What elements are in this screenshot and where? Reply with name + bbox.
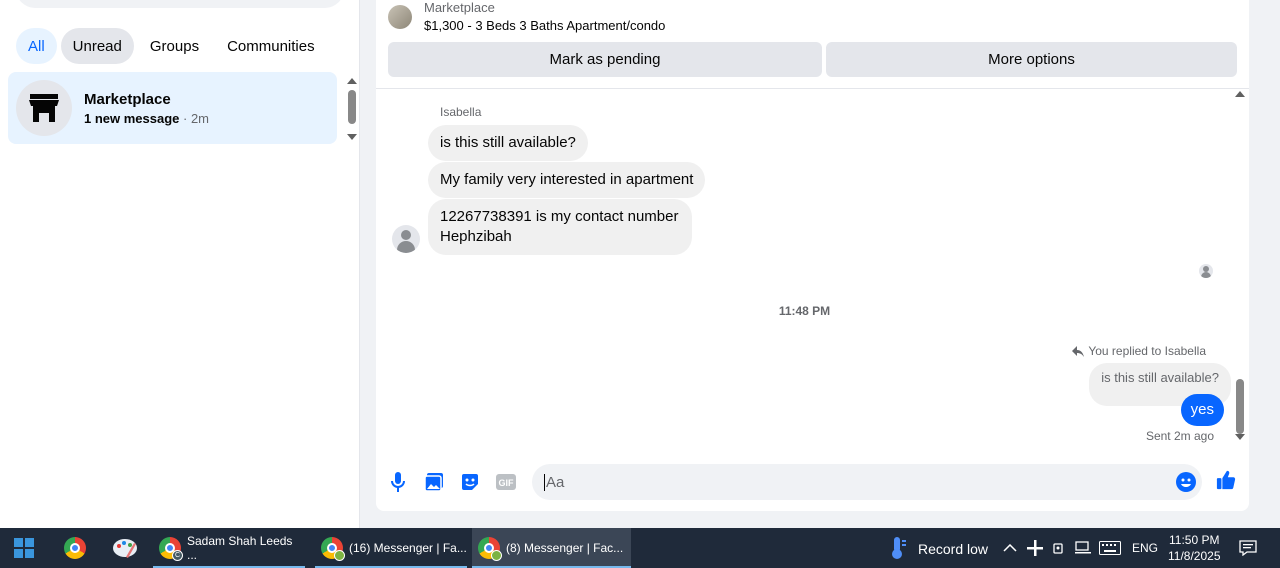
message-placeholder: Aa xyxy=(546,473,565,491)
filter-groups[interactable]: Groups xyxy=(138,28,211,64)
sender-name: Isabella xyxy=(440,105,482,119)
thumbs-up-icon[interactable] xyxy=(1216,470,1236,490)
listing-title: $1,300 - 3 Beds 3 Baths Apartment/condo xyxy=(424,18,666,33)
scroll-up-icon[interactable] xyxy=(1235,91,1245,97)
chrome-icon xyxy=(321,537,345,561)
storefront-icon xyxy=(16,80,72,136)
search-bar[interactable] xyxy=(16,0,344,8)
reply-icon xyxy=(1072,345,1085,357)
listing-header[interactable]: Marketplace $1,300 - 3 Beds 3 Baths Apar… xyxy=(388,0,665,33)
incoming-message[interactable]: is this still available? xyxy=(428,125,588,161)
svg-text:GIF: GIF xyxy=(499,478,515,488)
photo-icon[interactable] xyxy=(424,472,444,492)
filter-all[interactable]: All xyxy=(16,28,57,64)
scroll-down-icon[interactable] xyxy=(347,134,357,140)
clock-time: 11:50 PM xyxy=(1169,533,1220,547)
clock-date: 11/8/2025 xyxy=(1168,549,1221,563)
chrome-icon[interactable] xyxy=(64,528,92,568)
microphone-icon[interactable] xyxy=(388,472,408,492)
chevron-up-icon[interactable] xyxy=(1003,528,1017,568)
sticker-icon[interactable] xyxy=(460,472,480,492)
taskbar-app-label: (8) Messenger | Fac... xyxy=(506,541,624,555)
listing-label: Marketplace xyxy=(424,0,495,15)
filter-communities[interactable]: Communities xyxy=(215,28,327,64)
keyboard-icon[interactable] xyxy=(1099,528,1121,568)
filter-unread[interactable]: Unread xyxy=(60,28,134,64)
more-options-button[interactable]: More options xyxy=(826,42,1237,77)
mark-as-pending-button[interactable]: Mark as pending xyxy=(388,42,822,77)
plus-icon[interactable] xyxy=(1027,528,1043,568)
system-clock[interactable]: 11:50 PM 11/8/2025 xyxy=(1168,532,1221,564)
conversation-preview: 1 new message · 2m xyxy=(84,111,209,126)
taskbar-app-messenger-8[interactable]: (8) Messenger | Fac... xyxy=(472,528,631,568)
taskbar-app-messenger-16[interactable]: (16) Messenger | Fa... xyxy=(315,528,467,568)
scroll-thumb[interactable] xyxy=(1236,379,1244,434)
conversation-time: · 2m xyxy=(179,110,210,126)
windows-taskbar: C Sadam Shah Leeds ... (16) Messenger | … xyxy=(0,528,1280,568)
message-input[interactable]: Aa xyxy=(532,464,1202,500)
incoming-message[interactable]: 12267738391 is my contact number Hephzib… xyxy=(428,199,692,255)
read-receipt-avatar xyxy=(1199,264,1213,278)
conversation-item-marketplace[interactable]: Marketplace 1 new message · 2m xyxy=(8,72,337,144)
sent-status: Sent 2m ago xyxy=(1145,429,1214,443)
windows-start-icon[interactable] xyxy=(14,528,34,568)
sender-avatar[interactable] xyxy=(392,225,420,253)
scroll-up-icon[interactable] xyxy=(347,78,357,84)
scroll-down-icon[interactable] xyxy=(1235,434,1245,440)
listing-thumbnail xyxy=(388,4,412,29)
message-list: Isabella is this still available? My fam… xyxy=(376,89,1249,449)
network-icon[interactable] xyxy=(1075,528,1091,568)
thermometer-icon[interactable] xyxy=(889,528,907,568)
incoming-message[interactable]: My family very interested in apartment xyxy=(428,162,706,198)
filter-chips: All Unread Groups Communities xyxy=(16,28,327,64)
paint-app-icon[interactable] xyxy=(112,528,138,568)
taskbar-app-label: Sadam Shah Leeds ... xyxy=(187,534,293,562)
chat-list-panel: All Unread Groups Communities Marketplac… xyxy=(0,0,360,528)
chrome-icon: C xyxy=(159,537,183,561)
chat-list-scrollbar[interactable] xyxy=(346,74,358,142)
gif-icon[interactable]: GIF xyxy=(496,472,516,492)
reply-indicator: You replied to Isabella xyxy=(1072,344,1206,358)
conversation-name: Marketplace xyxy=(84,90,171,108)
weather-label[interactable]: Record low xyxy=(918,541,988,557)
meet-icon[interactable] xyxy=(1053,528,1065,568)
taskbar-app-label: (16) Messenger | Fa... xyxy=(349,541,467,555)
chrome-icon xyxy=(478,537,502,561)
emoji-icon[interactable] xyxy=(1176,472,1196,492)
language-indicator[interactable]: ENG xyxy=(1132,541,1158,555)
message-timestamp: 11:48 PM xyxy=(778,304,831,318)
chat-panel: Marketplace $1,300 - 3 Beds 3 Baths Apar… xyxy=(376,0,1249,511)
outgoing-message[interactable]: yes xyxy=(1180,394,1224,426)
new-message-count: 1 new message xyxy=(84,110,180,126)
message-scrollbar[interactable] xyxy=(1233,89,1247,446)
notification-icon[interactable] xyxy=(1239,528,1257,568)
scroll-thumb[interactable] xyxy=(348,90,356,124)
message-composer: GIF Aa xyxy=(376,464,1249,500)
reply-label: You replied to Isabella xyxy=(1088,344,1206,358)
taskbar-app-sadam[interactable]: C Sadam Shah Leeds ... xyxy=(153,528,305,568)
